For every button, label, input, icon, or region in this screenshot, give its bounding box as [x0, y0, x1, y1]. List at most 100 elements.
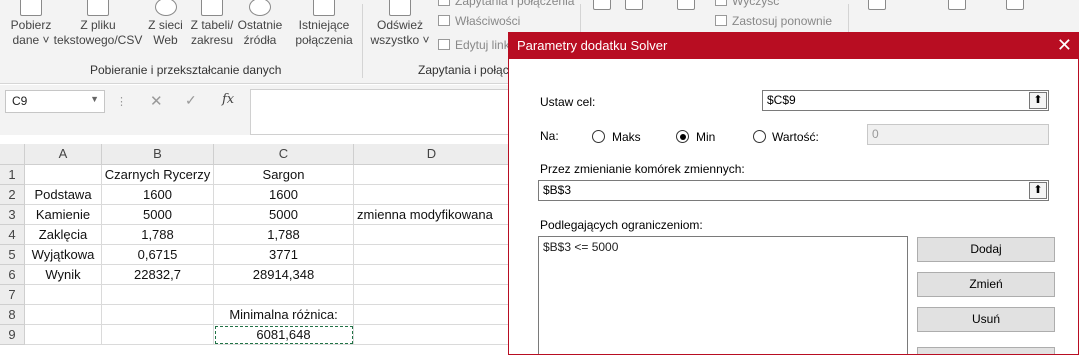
max-option-label[interactable]: Maks: [612, 130, 641, 144]
constraints-list[interactable]: $B$3 <= 5000: [538, 236, 908, 354]
to-label: Na:: [540, 129, 559, 143]
set-objective-field[interactable]: $C$9 ⬆: [762, 90, 1049, 111]
queries-icon: [438, 0, 450, 6]
text-to-columns-button[interactable]: [866, 0, 888, 12]
add-constraint-button[interactable]: Dodaj: [917, 237, 1055, 262]
row-header-1[interactable]: 1: [0, 165, 25, 185]
group-label-get-transform: Pobieranie i przekształcanie danych: [90, 63, 282, 77]
cell-d6[interactable]: [354, 265, 510, 285]
cell-d4[interactable]: [354, 225, 510, 245]
row-header-3[interactable]: 3: [0, 205, 25, 225]
cell-d8[interactable]: [354, 305, 510, 325]
cell-a1[interactable]: [25, 165, 102, 185]
from-text-csv-button[interactable]: Z pliku tekstowego/CSV: [52, 0, 144, 48]
cell-b9[interactable]: [102, 325, 214, 345]
enter-icon[interactable]: ✓: [185, 92, 197, 109]
insert-function-button[interactable]: fx: [222, 92, 234, 107]
chevron-down-icon[interactable]: ▼: [90, 94, 99, 104]
value-of-radio[interactable]: [753, 130, 766, 143]
cell-a4[interactable]: Zaklęcia: [25, 225, 102, 245]
row-header-7[interactable]: 7: [0, 285, 25, 305]
column-header-d[interactable]: D: [354, 144, 510, 165]
value-of-option-label[interactable]: Wartość:: [772, 130, 819, 144]
cell-b6[interactable]: 22832,7: [102, 265, 214, 285]
cell-b4[interactable]: 1,788: [102, 225, 214, 245]
cell-d9[interactable]: [354, 325, 510, 345]
max-radio[interactable]: [592, 130, 605, 143]
cell-c9[interactable]: 6081,648: [214, 325, 354, 345]
collapse-range-icon[interactable]: ⬆: [1029, 92, 1047, 109]
cell-b8[interactable]: [102, 305, 214, 325]
clear-filter-item[interactable]: Wyczyść: [715, 0, 779, 8]
row-header-6[interactable]: 6: [0, 265, 25, 285]
cell-a6[interactable]: Wynik: [25, 265, 102, 285]
cell-d1[interactable]: [354, 165, 510, 185]
min-radio[interactable]: [676, 130, 689, 143]
existing-connections-button[interactable]: Istniejące połączenia: [292, 0, 356, 48]
cell-c8[interactable]: Minimalna różnica:: [214, 305, 354, 325]
cell-d3[interactable]: zmienna modyfikowana: [354, 205, 510, 225]
cell-d5[interactable]: [354, 245, 510, 265]
cell-c7[interactable]: [214, 285, 354, 305]
cell-b7[interactable]: [102, 285, 214, 305]
cell-d7[interactable]: [354, 285, 510, 305]
constraint-item[interactable]: $B$3 <= 5000: [543, 240, 903, 254]
recent-sources-button[interactable]: Ostatnie źródła: [235, 0, 285, 48]
filter-button[interactable]: [674, 0, 698, 12]
row-header-2[interactable]: 2: [0, 185, 25, 205]
cell-c3[interactable]: 5000: [214, 205, 354, 225]
delete-constraint-button[interactable]: Usuń: [917, 307, 1055, 332]
cell-a2[interactable]: Podstawa: [25, 185, 102, 205]
from-web-button[interactable]: Z sieci Web: [143, 0, 188, 48]
get-data-button[interactable]: Pobierz dane ˅: [6, 0, 56, 48]
row-header-5[interactable]: 5: [0, 245, 25, 265]
changing-cells-field[interactable]: $B$3 ⬆: [538, 180, 1049, 201]
min-option-label[interactable]: Min: [696, 130, 715, 144]
cell-c6[interactable]: 28914,348: [214, 265, 354, 285]
cell-c2[interactable]: 1600: [214, 185, 354, 205]
select-all-corner[interactable]: [0, 144, 25, 165]
refresh-all-button[interactable]: Odśwież wszystko ˅: [370, 0, 430, 48]
sort-az-button[interactable]: [592, 0, 612, 12]
cell-c5[interactable]: 3771: [214, 245, 354, 265]
close-icon[interactable]: ✕: [1057, 35, 1072, 55]
from-table-button[interactable]: Z tabeli/ zakresu: [188, 0, 236, 48]
queries-connections-item[interactable]: Zapytania i połączenia: [438, 0, 574, 8]
cell-d2[interactable]: [354, 185, 510, 205]
cell-c1[interactable]: Sargon: [214, 165, 354, 185]
reapply-filter-item[interactable]: Zastosuj ponownie: [715, 14, 832, 28]
get-data-label-1: Pobierz: [10, 18, 52, 32]
row-header-8[interactable]: 8: [0, 305, 25, 325]
dialog-title-bar[interactable]: Parametry dodatku Solver ✕: [509, 33, 1078, 59]
cell-a3[interactable]: Kamienie: [25, 205, 102, 225]
column-header-b[interactable]: B: [102, 144, 214, 165]
collapse-range-icon[interactable]: ⬆: [1029, 182, 1047, 199]
more-dialog-button[interactable]: [917, 347, 1055, 354]
sort-za-button[interactable]: [624, 0, 644, 12]
cell-b2[interactable]: 1600: [102, 185, 214, 205]
from-text-label-1: Z pliku: [80, 18, 116, 32]
properties-item[interactable]: Właściwości: [438, 14, 520, 28]
existing-connections-label-2: połączenia: [295, 33, 353, 47]
change-constraint-button[interactable]: Zmień: [917, 272, 1055, 297]
flash-fill-button[interactable]: [946, 0, 968, 12]
remove-duplicates-icon: [1006, 0, 1024, 10]
row-header-4[interactable]: 4: [0, 225, 25, 245]
cell-b3[interactable]: 5000: [102, 205, 214, 225]
name-box[interactable]: C9 ▼: [5, 90, 105, 113]
value-of-field[interactable]: 0: [867, 124, 1049, 145]
cell-a7[interactable]: [25, 285, 102, 305]
cell-a5[interactable]: Wyjątkowa: [25, 245, 102, 265]
cell-b1[interactable]: Czarnych Rycerzy: [102, 165, 214, 185]
column-header-c[interactable]: C: [214, 144, 354, 165]
row-header-9[interactable]: 9: [0, 325, 25, 345]
edit-links-icon: [438, 39, 450, 50]
cell-c4[interactable]: 1,788: [214, 225, 354, 245]
cell-a9[interactable]: [25, 325, 102, 345]
edit-links-item[interactable]: Edytuj linki: [438, 38, 512, 52]
cell-b5[interactable]: 0,6715: [102, 245, 214, 265]
column-header-a[interactable]: A: [25, 144, 102, 165]
remove-duplicates-button[interactable]: [1004, 0, 1026, 12]
cell-a8[interactable]: [25, 305, 102, 325]
cancel-icon[interactable]: ✕: [150, 92, 163, 110]
